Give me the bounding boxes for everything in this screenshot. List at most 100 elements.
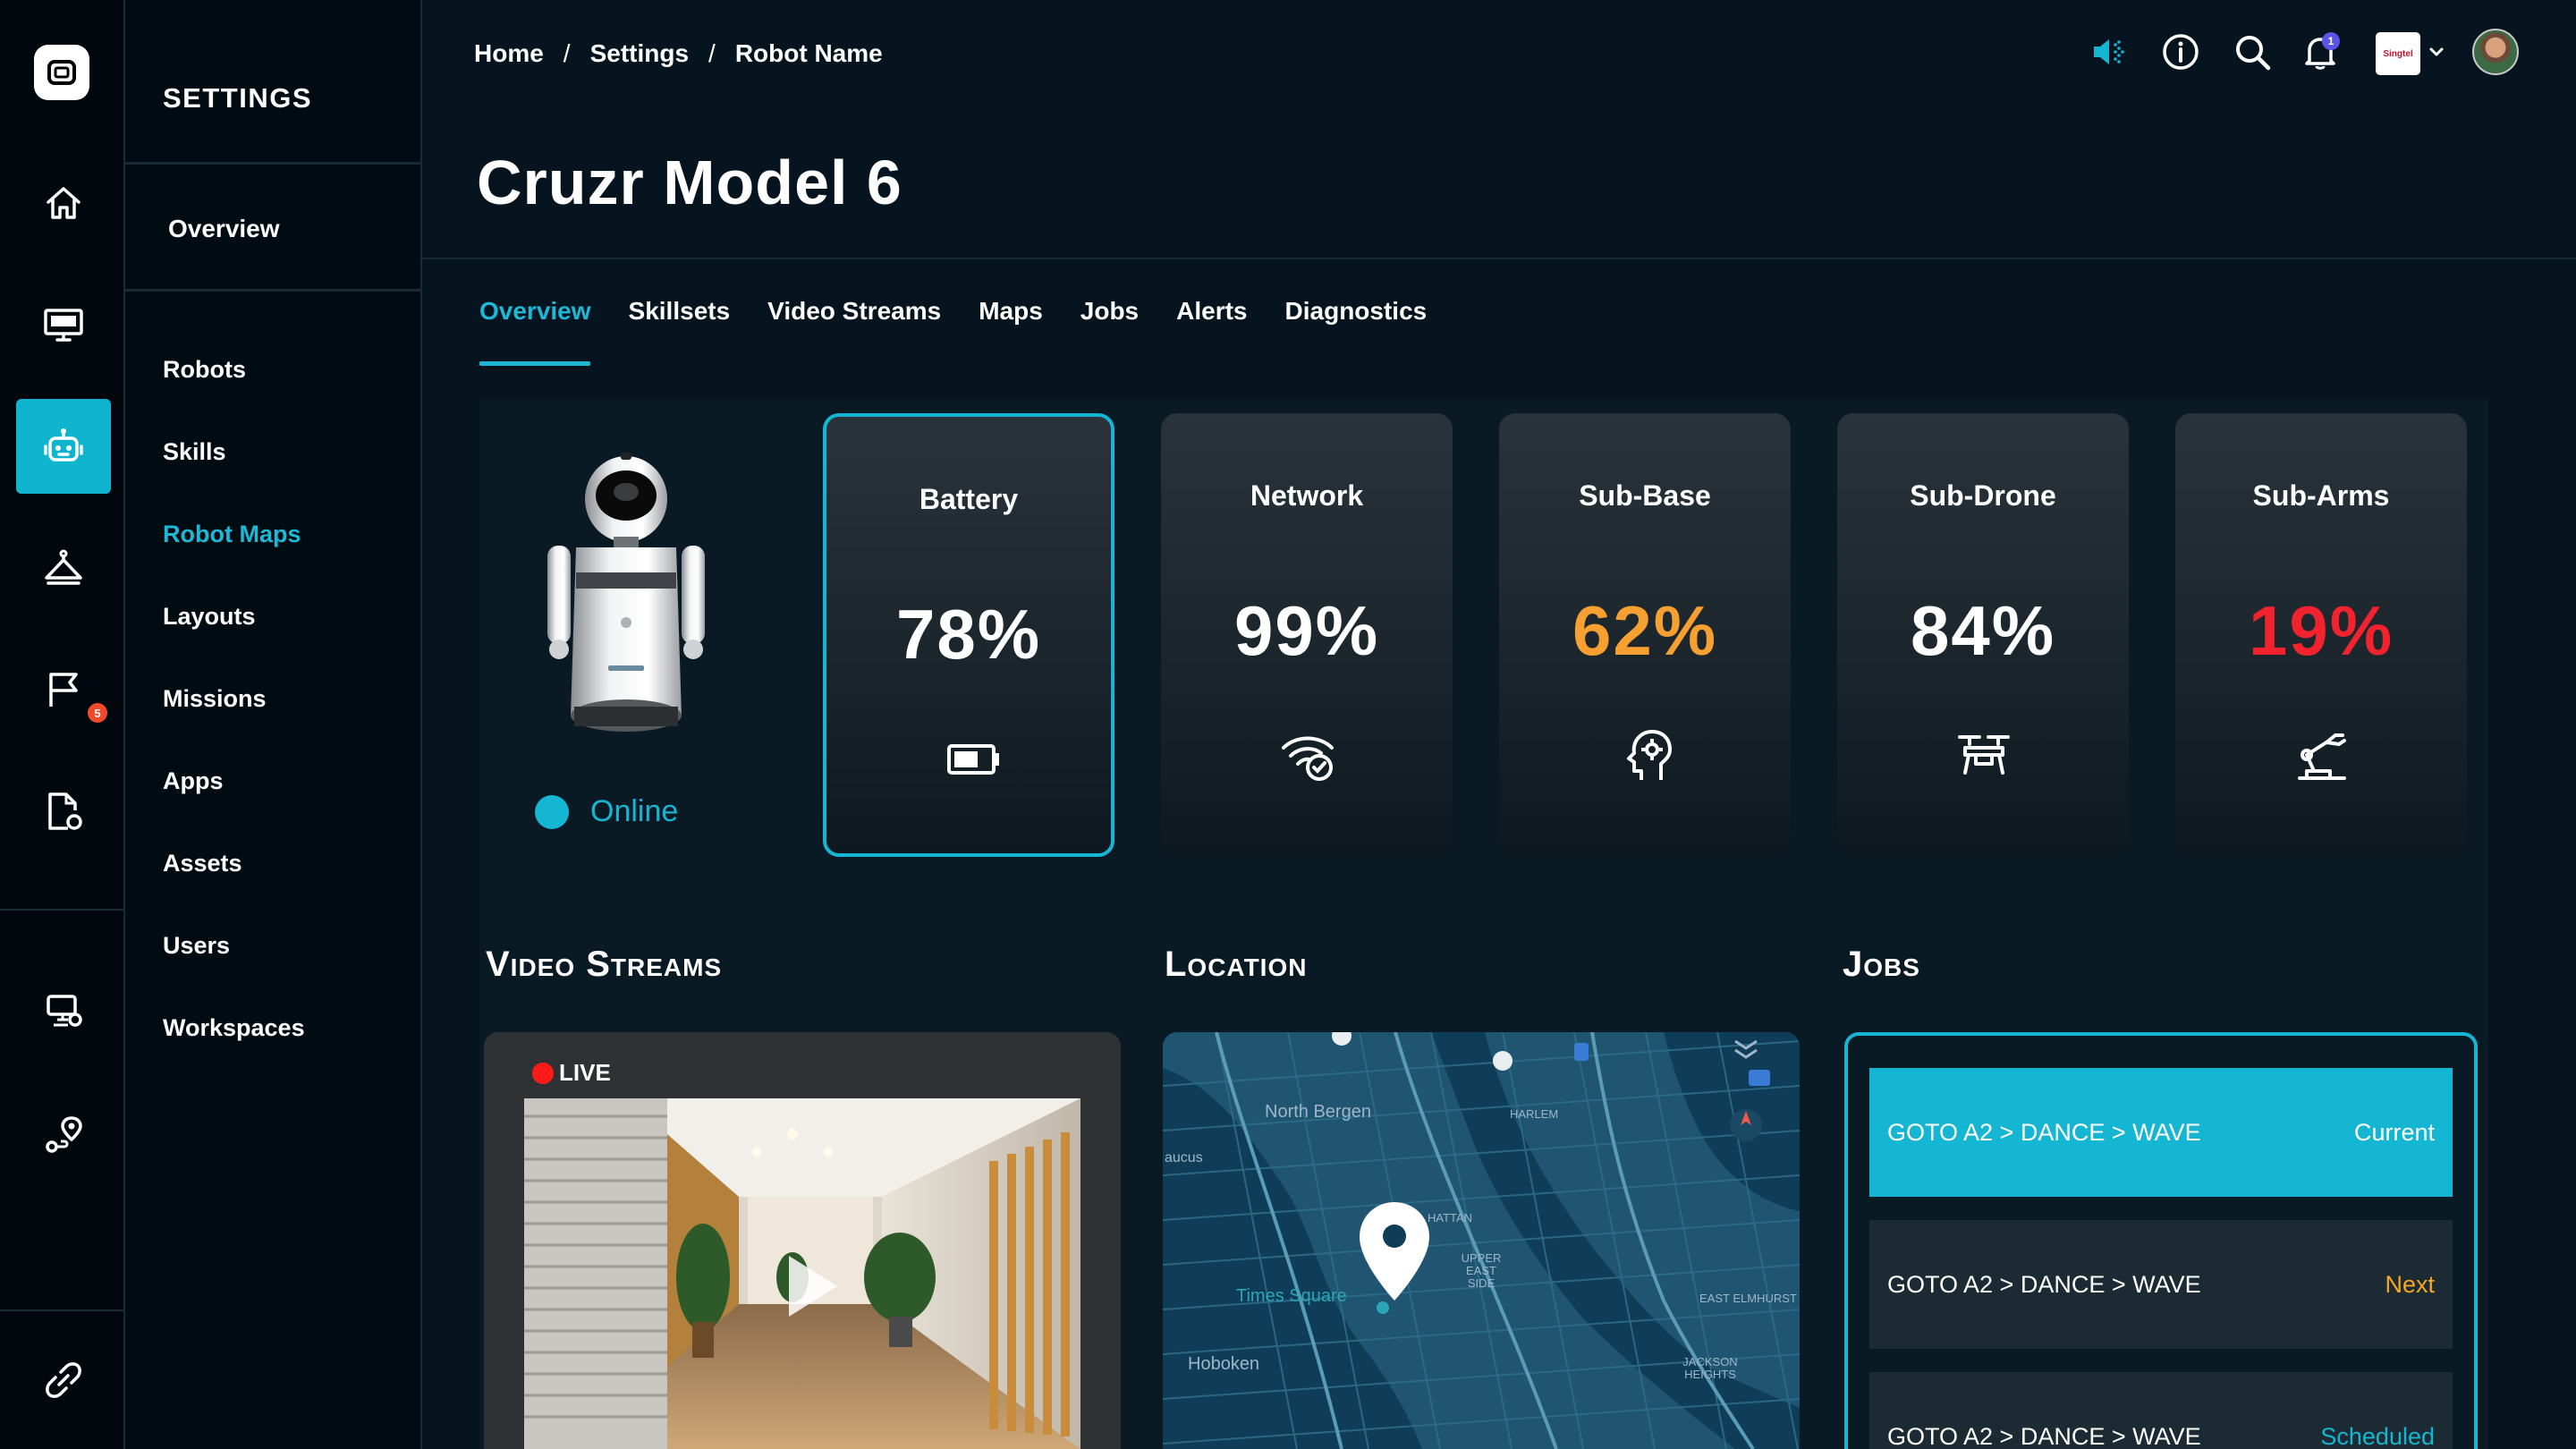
- settings-panel: SETTINGS Overview Robots Skills Robot Ma…: [125, 0, 422, 1449]
- status-label: Online: [590, 794, 679, 828]
- job-name: GOTO A2 > DANCE > WAVE: [1887, 1422, 2201, 1449]
- card-label: Sub-Base: [1579, 479, 1711, 512]
- monitor-icon[interactable]: [16, 277, 111, 372]
- breadcrumb-robot-name: Robot Name: [734, 39, 883, 67]
- map-label-north-bergen: North Bergen: [1265, 1102, 1371, 1122]
- card-value: 99%: [1233, 591, 1380, 670]
- job-name: GOTO A2 > DANCE > WAVE: [1887, 1270, 2201, 1298]
- card-label: Sub-Drone: [1910, 479, 2056, 512]
- breadcrumb: Home / Settings / Robot Name: [474, 39, 883, 68]
- job-status: Scheduled: [2320, 1422, 2435, 1449]
- card-value: 19%: [2248, 591, 2394, 670]
- robot-icon[interactable]: [16, 399, 111, 494]
- sidebar-item-missions[interactable]: Missions: [163, 685, 267, 713]
- home-icon[interactable]: [16, 156, 111, 250]
- map-label-manhattan: HATTAN: [1428, 1211, 1473, 1224]
- job-item[interactable]: GOTO A2 > DANCE > WAVE Scheduled: [1869, 1372, 2453, 1449]
- network-icon[interactable]: [16, 962, 111, 1057]
- robot-arm-icon: [2294, 728, 2350, 784]
- sidebar-item-robot-maps[interactable]: Robot Maps: [163, 521, 301, 548]
- card-value: 84%: [1910, 591, 2056, 670]
- drone-icon: [1956, 728, 2012, 784]
- battery-card[interactable]: Battery 78%: [823, 413, 1114, 857]
- header-divider: [422, 258, 2576, 259]
- sidebar-item-apps[interactable]: Apps: [163, 767, 224, 795]
- bell-icon[interactable]: 1: [2299, 30, 2342, 73]
- page-title: Cruzr Model 6: [477, 148, 902, 217]
- card-label: Battery: [919, 483, 1019, 515]
- document-icon[interactable]: [16, 764, 111, 859]
- robot-status: Online: [535, 794, 678, 829]
- brand-logo[interactable]: Singtel: [2376, 32, 2420, 75]
- map-label-hoboken: Hoboken: [1188, 1354, 1260, 1374]
- hanger-icon[interactable]: [16, 521, 111, 615]
- notification-badge: 1: [2322, 32, 2340, 50]
- tab-maps[interactable]: Maps: [979, 297, 1043, 326]
- map-label-upper-east-side: UPPER EAST SIDE: [1461, 1251, 1502, 1290]
- play-icon[interactable]: [780, 1250, 843, 1322]
- sidebar-item-robots[interactable]: Robots: [163, 356, 246, 384]
- sub-drone-card[interactable]: Sub-Drone 84%: [1837, 413, 2129, 857]
- card-value: 78%: [895, 595, 1042, 674]
- card-value: 62%: [1572, 591, 1718, 670]
- jobs-list: GOTO A2 > DANCE > WAVE Current GOTO A2 >…: [1844, 1032, 2478, 1449]
- settings-title: SETTINGS: [163, 82, 313, 114]
- tab-jobs[interactable]: Jobs: [1080, 297, 1139, 326]
- speaker-icon[interactable]: [2088, 30, 2131, 73]
- job-item[interactable]: GOTO A2 > DANCE > WAVE Current: [1869, 1068, 2453, 1197]
- breadcrumb-home[interactable]: Home: [474, 39, 544, 68]
- robot-image: [537, 447, 716, 742]
- settings-overview-link[interactable]: Overview: [168, 215, 280, 243]
- logo-icon[interactable]: [34, 45, 89, 100]
- map-label-times-square: Times Square: [1236, 1286, 1347, 1306]
- flag-icon[interactable]: 5: [16, 642, 111, 737]
- info-icon[interactable]: [2159, 30, 2202, 73]
- status-dot: [535, 794, 569, 829]
- network-card[interactable]: Network 99%: [1161, 413, 1453, 857]
- job-item[interactable]: GOTO A2 > DANCE > WAVE Next: [1869, 1220, 2453, 1349]
- sidebar-item-assets[interactable]: Assets: [163, 850, 242, 877]
- video-stream-card[interactable]: LIVE: [484, 1032, 1121, 1449]
- live-dot: [532, 1062, 554, 1084]
- chevron-down-icon[interactable]: [2426, 41, 2447, 63]
- icon-rail: 5: [0, 0, 125, 1449]
- active-tab-indicator: [479, 361, 590, 366]
- tab-video-streams[interactable]: Video Streams: [767, 297, 941, 326]
- route-icon[interactable]: [16, 1086, 111, 1181]
- tab-overview[interactable]: Overview: [479, 297, 591, 326]
- map-label-harlem: HARLEM: [1510, 1107, 1559, 1121]
- sub-arms-card[interactable]: Sub-Arms 19%: [2175, 413, 2467, 857]
- battery-icon: [945, 732, 1001, 787]
- sub-base-card[interactable]: Sub-Base 62%: [1499, 413, 1791, 857]
- map-label-secaucus: aucus: [1165, 1150, 1203, 1165]
- job-status: Next: [2385, 1270, 2435, 1298]
- link-icon[interactable]: [16, 1333, 111, 1428]
- sidebar-item-layouts[interactable]: Layouts: [163, 603, 256, 631]
- sidebar-item-workspaces[interactable]: Workspaces: [163, 1014, 305, 1042]
- live-label: LIVE: [559, 1059, 611, 1086]
- location-heading: Location: [1165, 945, 1308, 984]
- search-icon[interactable]: [2231, 30, 2274, 73]
- wifi-check-icon: [1280, 728, 1335, 784]
- flag-badge: 5: [88, 703, 107, 723]
- video-frame[interactable]: [524, 1098, 1080, 1449]
- video-streams-heading: Video Streams: [486, 945, 723, 984]
- tab-alerts[interactable]: Alerts: [1176, 297, 1247, 326]
- head-gear-icon: [1618, 728, 1674, 784]
- tab-diagnostics[interactable]: Diagnostics: [1285, 297, 1428, 326]
- tab-bar: Overview Skillsets Video Streams Maps Jo…: [479, 297, 1464, 326]
- avatar[interactable]: [2472, 29, 2519, 75]
- map-label-east-elmhurst: EAST ELMHURST: [1699, 1292, 1797, 1305]
- job-name: GOTO A2 > DANCE > WAVE: [1887, 1118, 2201, 1146]
- brand-text: Singtel: [2383, 48, 2413, 59]
- job-status: Current: [2353, 1118, 2435, 1146]
- breadcrumb-separator: /: [563, 39, 571, 67]
- live-indicator: LIVE: [532, 1059, 611, 1087]
- card-label: Network: [1250, 479, 1364, 512]
- sidebar-item-users[interactable]: Users: [163, 932, 230, 960]
- breadcrumb-settings[interactable]: Settings: [590, 39, 689, 68]
- location-map[interactable]: North Bergen HARLEM HATTAN UPPER EAST SI…: [1163, 1032, 1800, 1449]
- sidebar-item-skills[interactable]: Skills: [163, 438, 226, 466]
- tab-skillsets[interactable]: Skillsets: [629, 297, 731, 326]
- jobs-heading: Jobs: [1843, 945, 1920, 984]
